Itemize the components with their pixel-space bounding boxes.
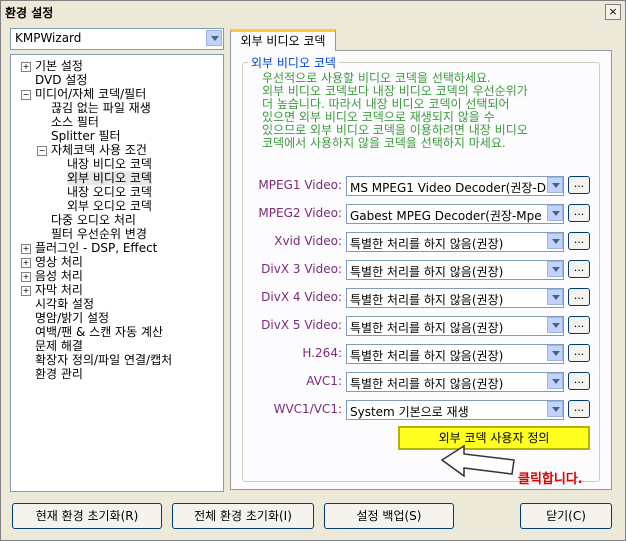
- settings-tree: 기본 설정 + DVD 설정 미디어/자체 코덱/필터 − 끊김 없는 파일 재생 소스 필…: [10, 54, 224, 492]
- window-title: 환경 설정: [5, 6, 54, 20]
- tree-item[interactable]: 다중 오디오 처리: [51, 213, 136, 227]
- codec-select[interactable]: 특별한 처리를 하지 않음(권장): [346, 232, 564, 252]
- codec-select-value: 특별한 처리를 하지 않음(권장): [350, 349, 504, 363]
- codec-label: DivX 5 Video:: [261, 318, 342, 332]
- codec-label: Xvid Video:: [274, 234, 342, 248]
- expand-icon[interactable]: +: [21, 272, 31, 282]
- tree-item[interactable]: 자막 처리: [35, 283, 83, 297]
- group-description: 우선적으로 사용할 비디오 코덱을 선택하세요. 외부 비디오 코덱보다 내장 …: [262, 72, 592, 150]
- codec-options-button[interactable]: ...: [568, 372, 590, 390]
- codec-select[interactable]: System 기본으로 재생: [346, 400, 564, 420]
- tree-item[interactable]: 시각화 설정: [35, 297, 94, 311]
- title-bar: 환경 설정 ×: [1, 1, 625, 23]
- chevron-down-icon[interactable]: [547, 345, 563, 361]
- codec-label: DivX 4 Video:: [261, 290, 342, 304]
- reset-current-button[interactable]: 현재 환경 초기화(R): [12, 503, 162, 529]
- tree-item[interactable]: 명암/밝기 설정: [35, 311, 109, 325]
- chevron-down-icon[interactable]: [547, 289, 563, 305]
- codec-options-button[interactable]: ...: [568, 288, 590, 306]
- preset-combo-value: KMPWizard: [15, 31, 82, 45]
- close-button[interactable]: 닫기(C): [520, 503, 612, 529]
- collapse-icon[interactable]: −: [37, 146, 47, 156]
- chevron-down-icon[interactable]: [547, 205, 563, 221]
- tree-item[interactable]: 외부 오디오 코덱: [67, 199, 152, 213]
- tree-item[interactable]: 플러그인 - DSP, Effect: [35, 241, 157, 255]
- codec-options-button[interactable]: ...: [568, 400, 590, 418]
- codec-select-value: 특별한 처리를 하지 않음(권장): [350, 265, 504, 279]
- codec-select-value: 특별한 처리를 하지 않음(권장): [350, 293, 504, 307]
- description-line: 코덱에서 사용하지 않을 코덱을 선택하지 마세요.: [262, 136, 506, 150]
- codec-options-button[interactable]: ...: [568, 260, 590, 278]
- tree-item[interactable]: 자체코덱 사용 조건: [51, 143, 147, 157]
- tab-external-video-codec[interactable]: 외부 비디오 코덱: [230, 29, 336, 51]
- tree-item[interactable]: 확장자 정의/파일 연결/캡처: [35, 353, 172, 367]
- chevron-down-icon[interactable]: [547, 401, 563, 417]
- tree-item[interactable]: DVD 설정: [35, 73, 87, 87]
- chevron-down-icon[interactable]: [547, 233, 563, 249]
- collapse-icon[interactable]: −: [21, 90, 31, 100]
- close-window-button[interactable]: ×: [605, 4, 621, 20]
- reset-all-button[interactable]: 전체 환경 초기화(I): [172, 503, 314, 529]
- tree-item[interactable]: 여백/팬 & 스캔 자동 계산: [35, 325, 163, 339]
- expand-icon[interactable]: +: [21, 286, 31, 296]
- tree-item[interactable]: 음성 처리: [35, 269, 83, 283]
- tree-item[interactable]: 외부 비디오 코덱: [67, 171, 152, 185]
- codec-options-button[interactable]: ...: [568, 232, 590, 250]
- codec-select-value: 특별한 처리를 하지 않음(권장): [350, 237, 504, 251]
- chevron-down-icon[interactable]: [547, 373, 563, 389]
- codec-options-button[interactable]: ...: [568, 176, 590, 194]
- tree-item[interactable]: 환경 관리: [35, 367, 83, 381]
- chevron-down-icon[interactable]: [206, 30, 222, 46]
- chevron-down-icon[interactable]: [547, 261, 563, 277]
- tree-item[interactable]: 기본 설정: [35, 59, 83, 73]
- tree-item[interactable]: 끊김 없는 파일 재생: [51, 101, 151, 115]
- codec-select[interactable]: 특별한 처리를 하지 않음(권장): [346, 344, 564, 364]
- codec-label: AVC1:: [306, 374, 342, 388]
- tree-item[interactable]: 필터 우선순위 변경: [51, 227, 147, 241]
- codec-select[interactable]: MS MPEG1 Video Decoder(권장-D: [346, 176, 564, 196]
- codec-select[interactable]: 특별한 처리를 하지 않음(권장): [346, 288, 564, 308]
- preset-combo[interactable]: KMPWizard: [10, 28, 224, 50]
- codec-select-value: 특별한 처리를 하지 않음(권장): [350, 321, 504, 335]
- expand-icon[interactable]: +: [21, 244, 31, 254]
- codec-select-value: MS MPEG1 Video Decoder(권장-D: [350, 181, 546, 195]
- codec-options-button[interactable]: ...: [568, 316, 590, 334]
- expand-icon[interactable]: +: [21, 62, 31, 72]
- click-annotation: 클릭합니다.: [518, 472, 583, 487]
- backup-button[interactable]: 설정 백업(S): [324, 503, 454, 529]
- codec-select-value: System 기본으로 재생: [350, 405, 469, 419]
- codec-label: MPEG2 Video:: [258, 206, 342, 220]
- codec-select[interactable]: 특별한 처리를 하지 않음(권장): [346, 316, 564, 336]
- codec-select[interactable]: 특별한 처리를 하지 않음(권장): [346, 372, 564, 392]
- codec-select[interactable]: Gabest MPEG Decoder(권장-Mpe: [346, 204, 564, 224]
- tree-item[interactable]: 내장 오디오 코덱: [67, 185, 152, 199]
- tree-item[interactable]: 소스 필터: [51, 115, 99, 129]
- codec-label: WVC1/VC1:: [273, 402, 342, 416]
- tree-item[interactable]: 미디어/자체 코덱/필터: [35, 87, 146, 101]
- codec-options-button[interactable]: ...: [568, 204, 590, 222]
- tree-item[interactable]: Splitter 필터: [51, 129, 121, 143]
- arrow-pointer-icon: [440, 444, 515, 478]
- codec-label: H.264:: [302, 346, 342, 360]
- chevron-down-icon[interactable]: [547, 317, 563, 333]
- codec-label: DivX 3 Video:: [261, 262, 342, 276]
- codec-select-value: 특별한 처리를 하지 않음(권장): [350, 377, 504, 391]
- expand-icon[interactable]: +: [21, 258, 31, 268]
- codec-label: MPEG1 Video:: [258, 178, 342, 192]
- tree-item[interactable]: 영상 처리: [35, 255, 83, 269]
- codec-select-value: Gabest MPEG Decoder(권장-Mpe: [350, 209, 542, 223]
- tree-item[interactable]: 문제 해결: [35, 339, 83, 353]
- codec-select[interactable]: 특별한 처리를 하지 않음(권장): [346, 260, 564, 280]
- group-title: 외부 비디오 코덱: [248, 54, 339, 71]
- codec-options-button[interactable]: ...: [568, 344, 590, 362]
- chevron-down-icon[interactable]: [547, 177, 563, 193]
- tree-item[interactable]: 내장 비디오 코덱: [67, 157, 152, 171]
